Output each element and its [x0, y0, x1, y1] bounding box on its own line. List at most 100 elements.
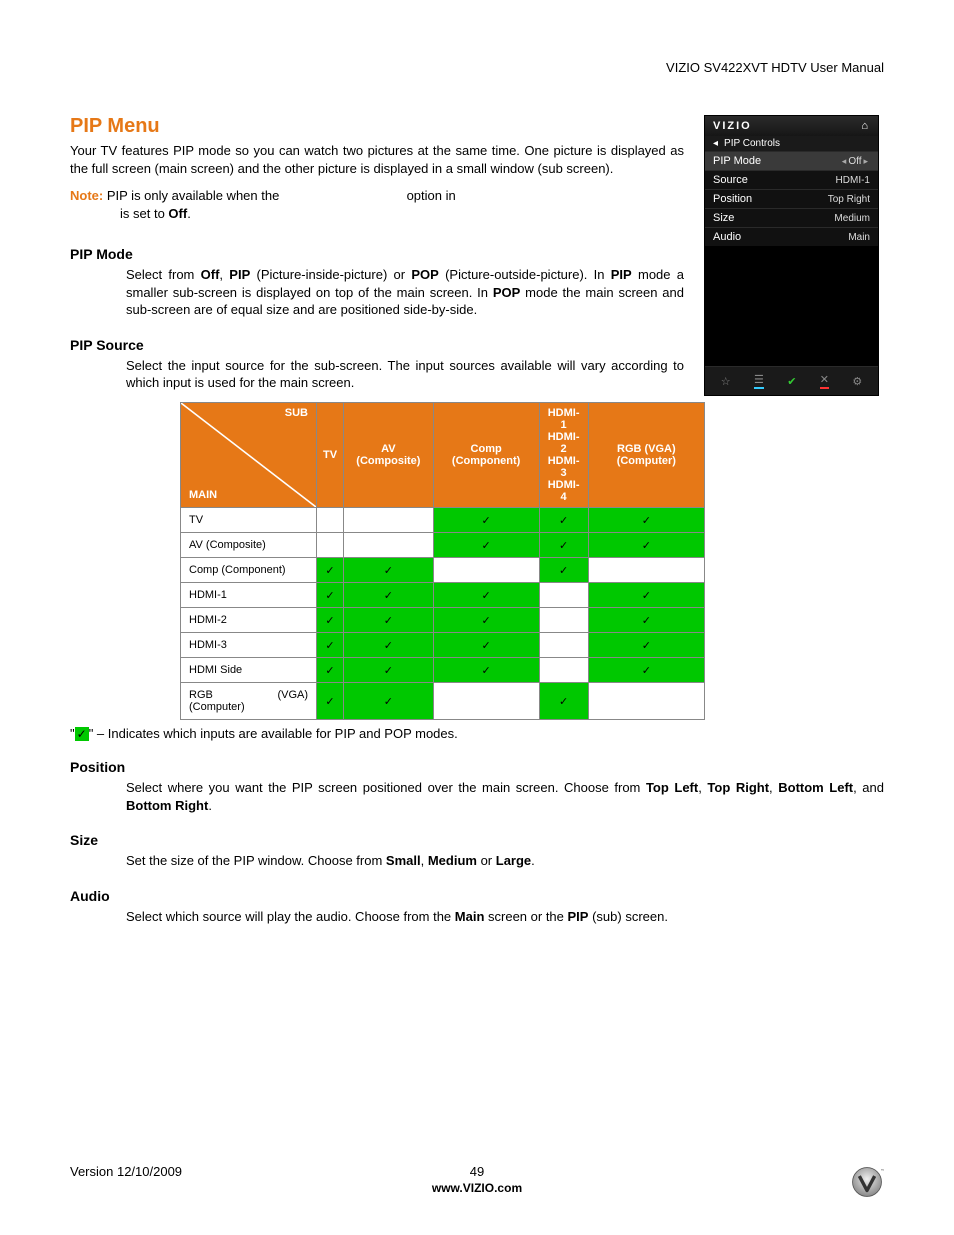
footer-url: www.VIZIO.com — [70, 1181, 884, 1195]
compat-cell — [588, 558, 704, 583]
note-label: Note: — [70, 188, 103, 203]
bold-term: Bottom Left — [778, 780, 853, 795]
legend-checkmark: ✓ — [75, 727, 89, 741]
heading-size: Size — [70, 832, 884, 848]
vizio-logo-icon: ™ — [850, 1165, 884, 1199]
bold-term: POP — [493, 285, 520, 300]
compat-cell: ✓ — [433, 533, 539, 558]
text-run: , and — [853, 780, 884, 795]
bold-term: POP — [411, 267, 438, 282]
text-run: (Picture-inside-picture) or — [250, 267, 411, 282]
compat-cell — [539, 608, 588, 633]
compat-cell: ✓ — [588, 583, 704, 608]
osd-row-label: Source — [713, 174, 748, 186]
note-block: Note: PIP is only available when the opt… — [70, 187, 684, 222]
compat-cell: ✓ — [344, 683, 434, 720]
osd-row-value: ◂Off▸ — [840, 156, 870, 167]
text-run: . — [208, 798, 212, 813]
col-header: RGB (VGA) (Computer) — [588, 403, 704, 508]
bold-term: Top Left — [646, 780, 698, 795]
osd-row-label: Size — [713, 212, 734, 224]
bold-term: Small — [386, 853, 421, 868]
bold-term: PIP — [568, 909, 589, 924]
osd-screenshot: VIZIO ⌂ ◂PIP Controls PIP Mode◂Off▸Sourc… — [704, 115, 879, 396]
compat-cell — [344, 508, 434, 533]
compat-cell: ✓ — [317, 683, 344, 720]
col-header: TV — [317, 403, 344, 508]
compat-cell: ✓ — [317, 658, 344, 683]
row-header: TV — [181, 508, 317, 533]
compat-cell: ✓ — [433, 633, 539, 658]
close-icon: ✕ — [820, 373, 829, 389]
osd-row: Position Top Right — [705, 189, 878, 208]
corner-cell: SUB MAIN — [181, 403, 317, 508]
osd-brand: VIZIO — [713, 120, 752, 132]
bold-term: PIP — [229, 267, 250, 282]
body-pip-source: Select the input source for the sub-scre… — [126, 357, 684, 392]
bold-term: Main — [455, 909, 485, 924]
heading-position: Position — [70, 759, 884, 775]
body-position: Select where you want the PIP screen pos… — [126, 779, 884, 814]
compat-cell: ✓ — [317, 608, 344, 633]
compat-cell — [433, 558, 539, 583]
check-circle-icon: ✔ — [787, 375, 796, 388]
body-audio: Select which source will play the audio.… — [126, 908, 884, 926]
gear-icon: ⚙ — [852, 375, 862, 388]
col-header: HDMI-1HDMI-2HDMI-3HDMI-4 — [539, 403, 588, 508]
row-header: RGB(VGA)(Computer) — [181, 683, 317, 720]
compat-cell: ✓ — [433, 508, 539, 533]
osd-row-label: Audio — [713, 231, 741, 243]
col-header: Comp (Component) — [433, 403, 539, 508]
page-header-product: VIZIO SV422XVT HDTV User Manual — [70, 60, 884, 75]
content-row: PIP Menu Your TV features PIP mode so yo… — [70, 115, 884, 396]
heading-pip-source: PIP Source — [70, 337, 684, 353]
text-run: , — [219, 267, 229, 282]
text-run: (sub) screen. — [588, 909, 667, 924]
compat-cell — [539, 583, 588, 608]
text-run: , — [769, 780, 778, 795]
osd-row: Size Medium — [705, 208, 878, 227]
text-run: . — [531, 853, 535, 868]
osd-row-value: Top Right — [828, 194, 870, 205]
compat-cell: ✓ — [588, 608, 704, 633]
text-run: Set the size of the PIP window. Choose f… — [126, 853, 386, 868]
osd-row-label: Position — [713, 193, 752, 205]
text-run: Select from — [126, 267, 201, 282]
section-title: PIP Menu — [70, 115, 684, 138]
compat-cell — [317, 533, 344, 558]
compat-cell: ✓ — [588, 533, 704, 558]
back-arrow-icon: ◂ — [713, 138, 718, 149]
footer-page-number: 49 — [70, 1164, 884, 1179]
compat-cell — [344, 533, 434, 558]
compat-cell: ✓ — [344, 633, 434, 658]
note-text-1a: PIP is only available when the — [107, 188, 279, 203]
compat-cell: ✓ — [588, 508, 704, 533]
compat-cell — [539, 658, 588, 683]
heading-pip-mode: PIP Mode — [70, 246, 684, 262]
compat-cell: ✓ — [317, 583, 344, 608]
compat-cell — [433, 683, 539, 720]
osd-breadcrumb: ◂PIP Controls — [705, 136, 878, 151]
compat-cell: ✓ — [433, 658, 539, 683]
compat-cell: ✓ — [433, 583, 539, 608]
page-footer: Version 12/10/2009 49 . www.VIZIO.com ™ — [70, 1164, 884, 1195]
bold-term: Bottom Right — [126, 798, 208, 813]
row-header: HDMI-1 — [181, 583, 317, 608]
text-run: , — [421, 853, 428, 868]
osd-screenshot-column: VIZIO ⌂ ◂PIP Controls PIP Mode◂Off▸Sourc… — [704, 115, 884, 396]
compat-cell: ✓ — [344, 658, 434, 683]
row-header: HDMI-3 — [181, 633, 317, 658]
note-off: Off — [168, 206, 187, 221]
compat-cell — [539, 633, 588, 658]
osd-row-value: Main — [848, 232, 870, 243]
text-run: screen or the — [484, 909, 567, 924]
table-row: Comp (Component)✓✓✓ — [181, 558, 705, 583]
osd-row-value: Medium — [834, 213, 870, 224]
bold-term: Large — [496, 853, 531, 868]
list-icon: ☰ — [754, 373, 764, 389]
body-pip-mode: Select from Off, PIP (Picture-inside-pic… — [126, 266, 684, 319]
text-run: (Picture-outside-picture). In — [439, 267, 611, 282]
bold-term: PIP — [611, 267, 632, 282]
compat-body: TV✓✓✓AV (Composite)✓✓✓Comp (Component)✓✓… — [181, 508, 705, 720]
table-legend: "✓" – Indicates which inputs are availab… — [70, 726, 884, 741]
